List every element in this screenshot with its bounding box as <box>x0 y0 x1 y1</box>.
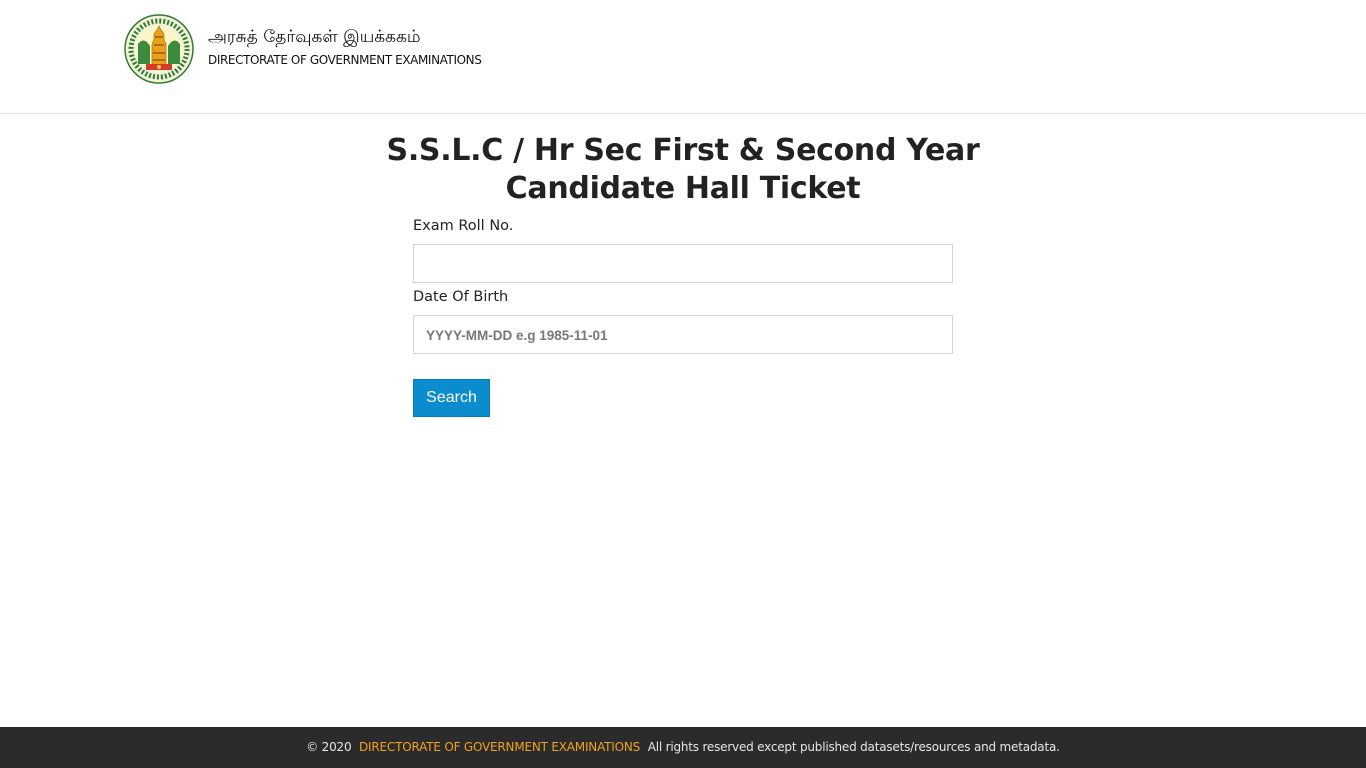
brand-tamil-name: அரசுத் தேர்வுகள் இயக்ககம் <box>208 27 421 47</box>
roll-number-input[interactable] <box>413 244 953 283</box>
page-title-line2: Candidate Hall Ticket <box>505 171 861 206</box>
page-title-line1: S.S.L.C / Hr Sec First & Second Year <box>386 133 980 168</box>
search-button[interactable]: Search <box>413 379 490 417</box>
date-of-birth-input[interactable] <box>413 315 953 354</box>
brand-english-name: DIRECTORATE OF GOVERNMENT EXAMINATIONS <box>208 53 482 67</box>
page: அரசுத் தேர்வுகள் இயக்ககம் DIRECTORATE OF… <box>0 0 1366 768</box>
rights-text: All rights reserved except published dat… <box>647 740 1060 754</box>
footer-org-link[interactable]: DIRECTORATE OF GOVERNMENT EXAMINATIONS <box>359 740 640 754</box>
site-header: அரசுத் தேர்வுகள் இயக்ககம் DIRECTORATE OF… <box>0 0 1366 114</box>
page-title: S.S.L.C / Hr Sec First & Second Year Can… <box>383 132 983 208</box>
site-footer: © 2020 DIRECTORATE OF GOVERNMENT EXAMINA… <box>0 727 1366 768</box>
date-of-birth-label: Date Of Birth <box>413 289 509 305</box>
tamil-nadu-emblem-icon <box>124 14 194 84</box>
roll-number-label: Exam Roll No. <box>413 218 514 234</box>
copyright-text: © 2020 <box>306 740 352 754</box>
